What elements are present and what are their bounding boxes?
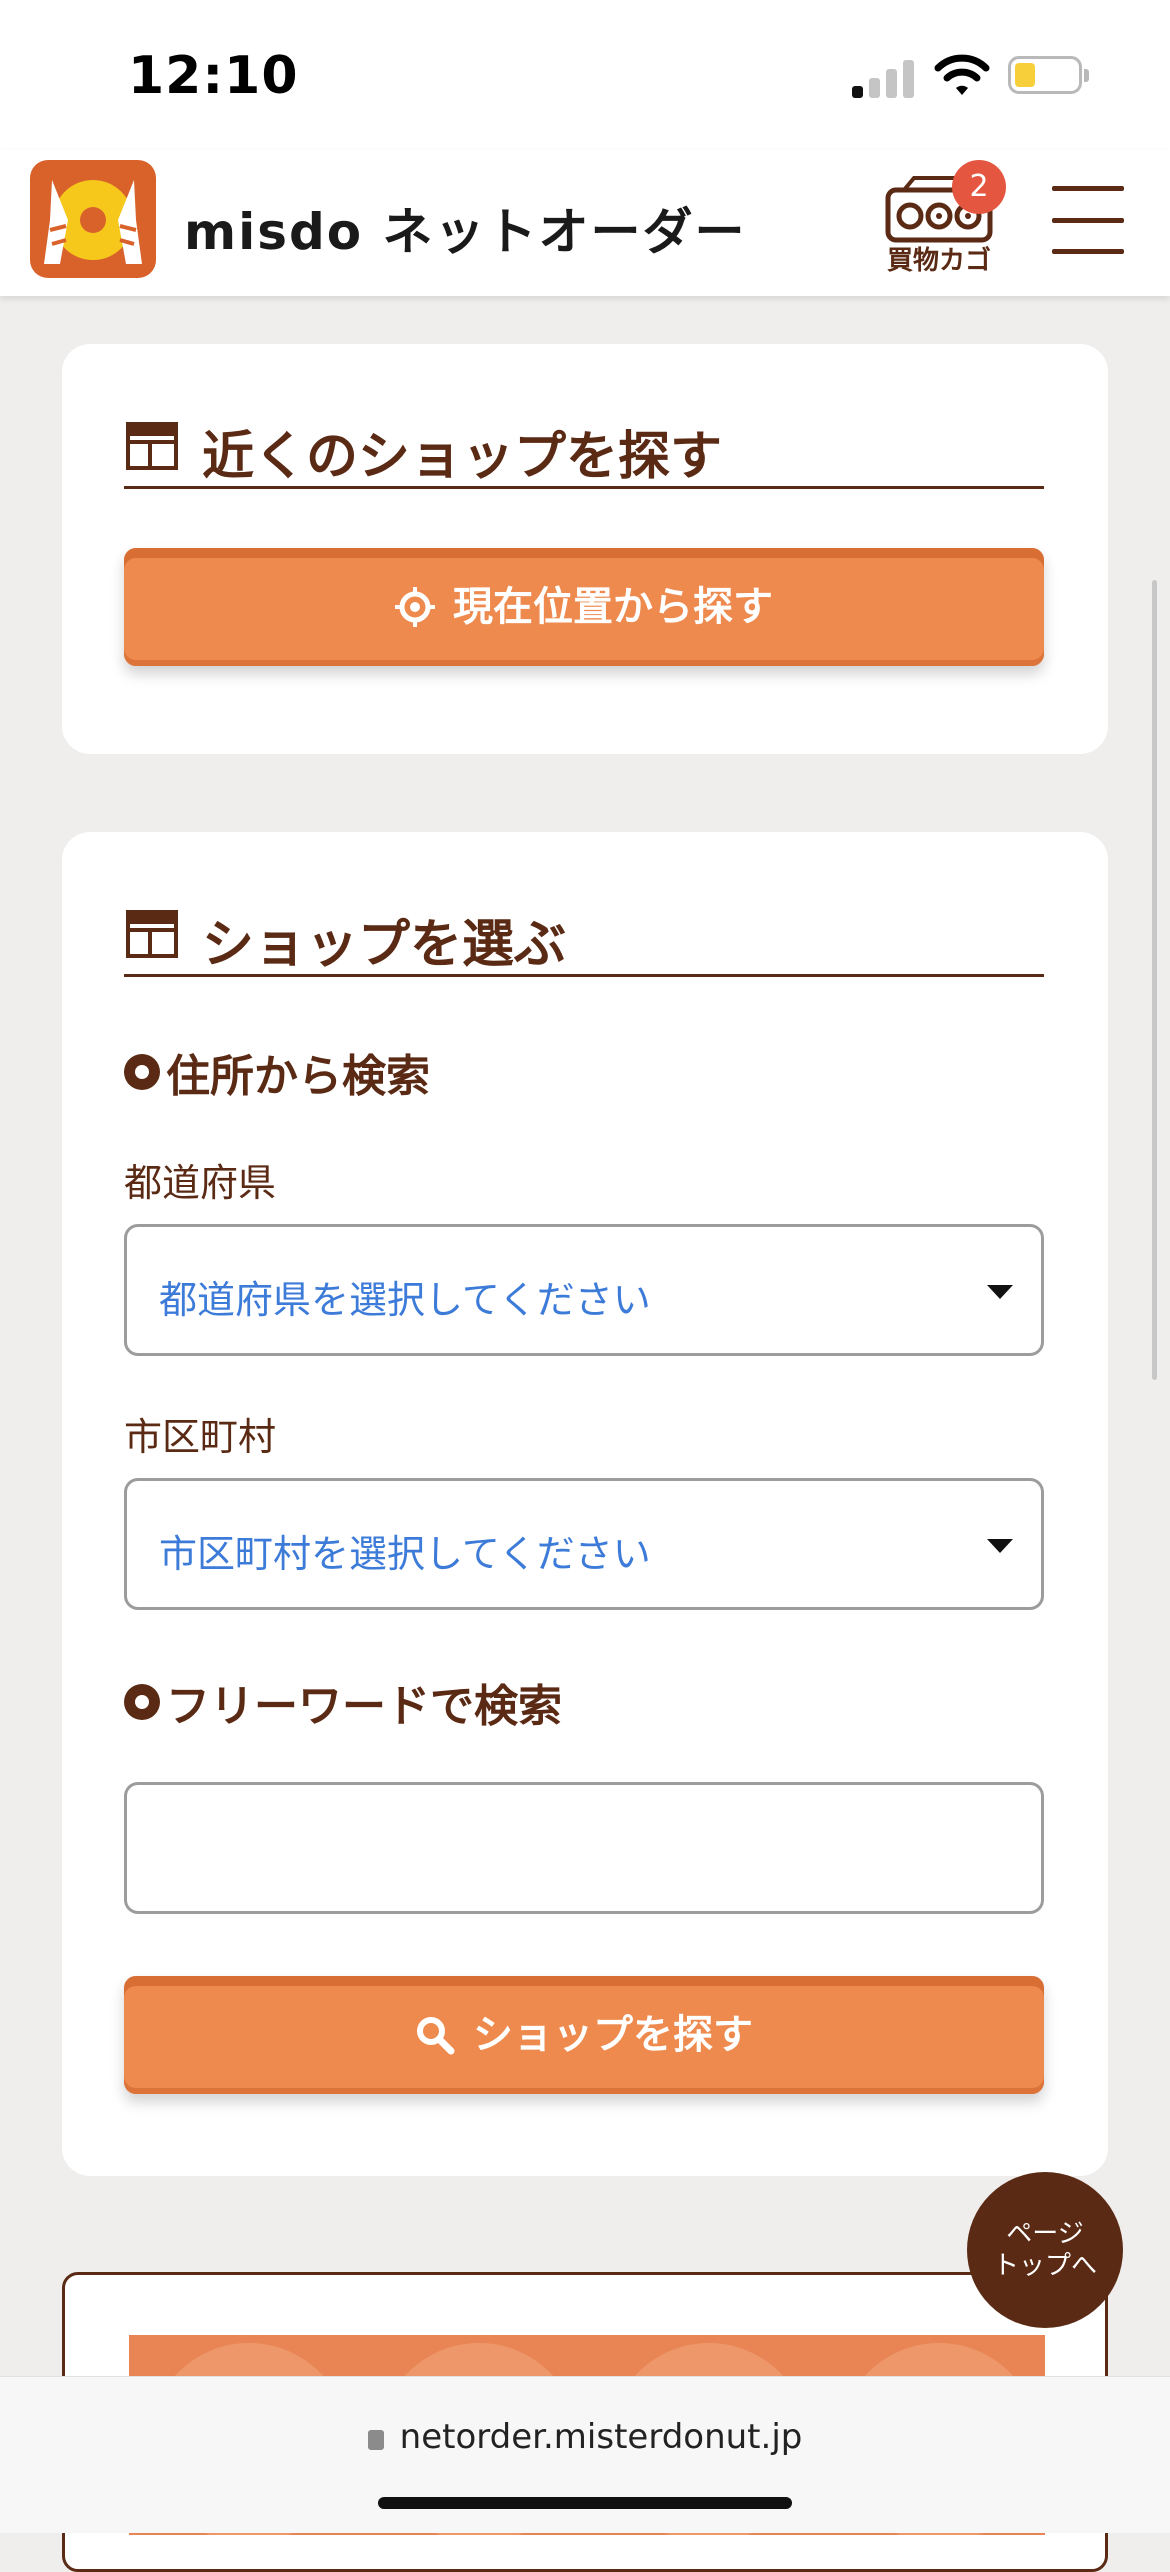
select-shop-section-header: ショップを選ぶ <box>124 888 1044 977</box>
bullet-icon <box>124 1684 160 1720</box>
city-label: 市区町村 <box>124 1415 277 1459</box>
address-search-heading: 住所から検索 <box>124 1040 430 1104</box>
search-button-label: ショップを探す <box>473 2012 753 2058</box>
page-top-label-line1: ページ <box>1006 2219 1084 2249</box>
url-display[interactable]: netorder.misterdonut.jp <box>0 2417 1170 2457</box>
freeword-search-heading-text: フリーワードで検索 <box>166 1681 562 1732</box>
page-top-button[interactable]: ページ トップへ <box>967 2172 1123 2328</box>
url-text: netorder.misterdonut.jp <box>399 2417 803 2457</box>
shop-icon <box>126 910 178 958</box>
freeword-search-heading: フリーワードで検索 <box>124 1670 562 1734</box>
crosshair-icon <box>395 587 435 627</box>
cart-label: 買物カゴ <box>886 246 991 276</box>
select-shop-card: ショップを選ぶ 住所から検索 都道府県 都道府県を選択してください 市区町村 市… <box>62 832 1108 2176</box>
prefecture-select[interactable]: 都道府県を選択してください <box>124 1224 1044 1356</box>
lock-icon <box>367 2430 384 2450</box>
app-header: misdo ネットオーダー 買物カゴ 2 <box>0 150 1170 296</box>
city-select-value: 市区町村を選択してください <box>159 1532 651 1576</box>
home-indicator[interactable] <box>378 2497 792 2509</box>
cellular-signal-icon <box>852 58 916 98</box>
search-icon <box>417 2017 455 2055</box>
nearby-shop-card: 近くのショップを探す 現在位置から探す <box>62 344 1108 754</box>
page-top-label-line2: トップへ <box>992 2251 1097 2281</box>
freeword-search-input[interactable] <box>124 1782 1044 1914</box>
status-time: 12:10 <box>128 46 299 106</box>
bullet-icon <box>124 1054 160 1090</box>
status-bar: 12:10 <box>0 0 1170 150</box>
address-search-heading-text: 住所から検索 <box>166 1051 430 1102</box>
prefecture-label: 都道府県 <box>124 1161 277 1205</box>
cart-count-badge: 2 <box>952 160 1006 214</box>
brand-title: misdo ネットオーダー <box>184 203 747 261</box>
caret-down-icon <box>987 1285 1013 1299</box>
nearby-section-header: 近くのショップを探す <box>124 400 1044 489</box>
locate-current-position-button[interactable]: 現在位置から探す <box>124 548 1044 666</box>
prefecture-select-value: 都道府県を選択してください <box>159 1278 651 1322</box>
scrollbar[interactable] <box>1152 580 1157 1380</box>
wifi-icon <box>934 54 990 95</box>
caret-down-icon <box>987 1539 1013 1553</box>
hamburger-menu-icon[interactable] <box>1052 186 1124 254</box>
cart-button[interactable]: 買物カゴ 2 <box>880 160 1006 280</box>
select-shop-title: ショップを選ぶ <box>202 915 567 975</box>
nearby-title: 近くのショップを探す <box>202 427 723 487</box>
battery-icon <box>1008 56 1089 94</box>
locate-button-label: 現在位置から探す <box>453 584 773 630</box>
city-select[interactable]: 市区町村を選択してください <box>124 1478 1044 1610</box>
browser-address-bar[interactable]: netorder.misterdonut.jp <box>0 2376 1170 2533</box>
misdo-logo[interactable] <box>30 160 156 278</box>
search-shop-button[interactable]: ショップを探す <box>124 1976 1044 2094</box>
shop-icon <box>126 422 178 470</box>
